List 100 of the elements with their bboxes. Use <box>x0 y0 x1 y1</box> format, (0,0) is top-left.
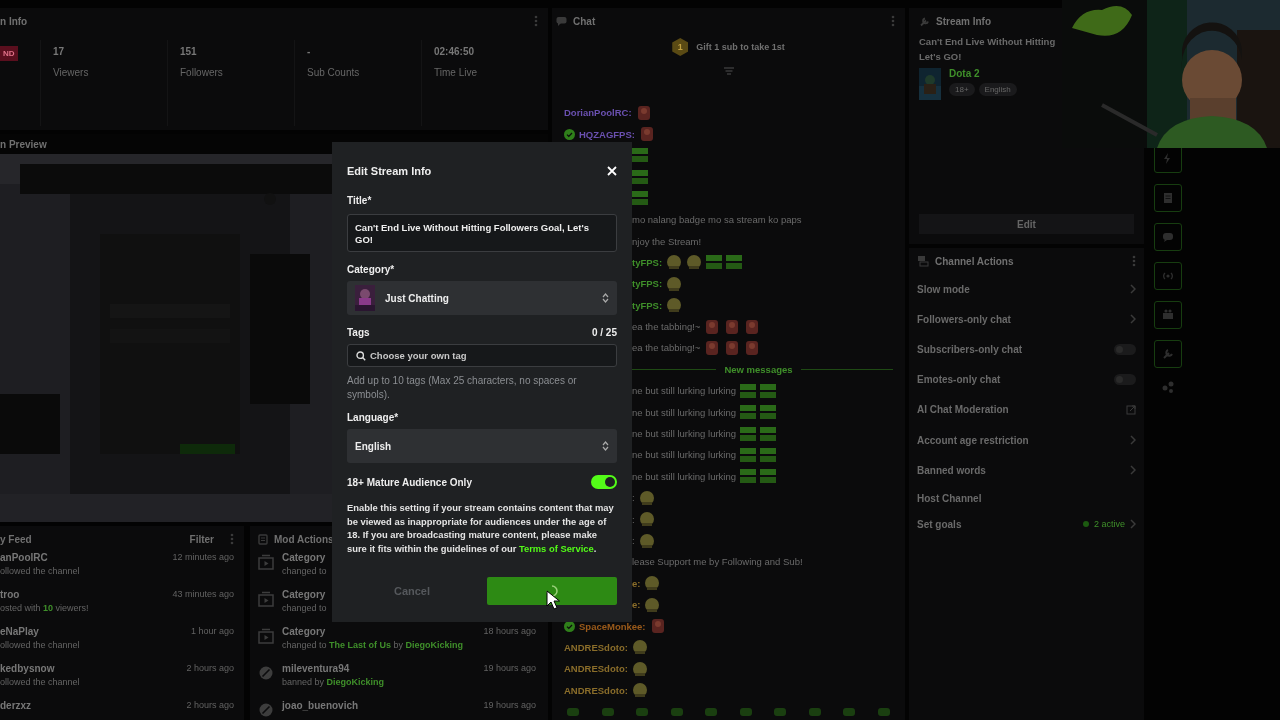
more-icon[interactable] <box>534 15 538 27</box>
chat-message: ne but still lurking lurking <box>632 428 737 440</box>
emote-icon <box>638 511 655 528</box>
emote-icon[interactable] <box>669 708 684 716</box>
user-name: troo <box>0 589 20 600</box>
emote-icon <box>631 660 648 677</box>
collapse-icon[interactable] <box>722 66 735 76</box>
sort-arrows-icon <box>602 441 609 451</box>
emote-icon <box>686 254 703 271</box>
video-icon <box>258 554 274 570</box>
sidebar-button[interactable] <box>1154 262 1182 290</box>
user-name: kedbysnow <box>0 663 55 674</box>
chat-message: ea the tabbing!~ <box>632 321 701 333</box>
gift-prompt: Gift 1 sub to take 1st <box>696 42 785 52</box>
emote-icon[interactable] <box>704 708 719 716</box>
filter-button[interactable]: Filter <box>189 533 214 545</box>
category-select[interactable]: Just Chatting <box>347 281 617 315</box>
video-icon <box>258 628 274 644</box>
category-link[interactable]: Dota 2 <box>949 68 1017 79</box>
channel-action[interactable]: Banned words <box>917 455 1136 486</box>
help-text: Add up to 10 tags (Max 25 characters, no spaces or symbols). <box>347 374 578 402</box>
chat-username: ANDRESdoto: <box>564 663 628 675</box>
more-icon[interactable] <box>891 15 895 27</box>
sidebar-button[interactable] <box>1154 340 1182 368</box>
stat-label: Time Live <box>434 67 478 78</box>
stat-label: Viewers <box>53 67 90 78</box>
channel-action[interactable]: Slow mode <box>917 274 1136 305</box>
channel-action[interactable]: Account age restriction <box>917 424 1136 456</box>
emote-icon <box>644 575 661 592</box>
channel-action[interactable]: Set goals 2 active <box>917 511 1136 538</box>
channel-action[interactable]: Emotes-only chat <box>917 364 1136 395</box>
cursor-icon <box>546 590 560 610</box>
emote-icon[interactable] <box>600 708 615 716</box>
emote-icon[interactable] <box>635 708 650 716</box>
ban-icon <box>258 665 274 681</box>
chat-message: : <box>632 492 635 504</box>
chat-message: lease Support me by Following and Sub! <box>632 556 803 568</box>
emote-icon <box>631 682 648 699</box>
action-detail: changed to <box>282 603 328 613</box>
action-title: Category <box>282 552 326 563</box>
action-detail: changed to The Last of Us by DiegoKicking <box>282 640 465 650</box>
title-field[interactable]: Can't End Live Without Hitting Followers Goal, Let's GO! <box>347 214 617 252</box>
channel-action[interactable]: Subscribers-only chat <box>917 334 1136 365</box>
chat-username: tyFPS: <box>632 256 663 268</box>
action-title: joao_buenovich <box>282 700 359 711</box>
tag-counter: 0 / 25 <box>591 327 617 338</box>
chat-username: tyFPS: <box>632 299 663 311</box>
emote-icon <box>740 383 757 398</box>
terms-link[interactable]: Terms of Service <box>518 543 594 555</box>
chevron-icon <box>1130 284 1136 295</box>
chat-username: ANDRESdoto: <box>564 641 628 653</box>
log-icon <box>258 533 268 545</box>
more-icon[interactable] <box>230 533 234 545</box>
emote-icon[interactable] <box>738 708 753 716</box>
edit-button[interactable]: Edit <box>919 214 1134 234</box>
timestamp: 2 hours ago <box>186 663 234 674</box>
tag-search-field[interactable]: Choose your own tag <box>347 344 617 367</box>
channel-action[interactable]: AI Chat Moderation <box>917 394 1136 425</box>
status-dot-icon <box>1082 521 1089 528</box>
emote-icon <box>744 340 761 356</box>
live-badge: ND <box>0 46 18 61</box>
external-link-icon <box>1126 404 1136 415</box>
emote-icon[interactable] <box>566 708 580 716</box>
chat-username: SpaceMonkee: <box>579 620 646 632</box>
cancel-button[interactable]: Cancel <box>347 577 477 605</box>
emote-icon[interactable] <box>773 708 788 716</box>
sidebar-button[interactable] <box>1154 184 1182 212</box>
emote-icon <box>760 469 777 484</box>
emote-icon <box>666 254 683 271</box>
sidebar-button[interactable] <box>1154 223 1182 251</box>
feed-detail: ollowed the channel <box>0 677 81 687</box>
chat-username: e: <box>632 599 641 611</box>
timestamp: 2 hours ago <box>186 700 234 711</box>
user-name: derzxz <box>0 700 32 711</box>
language-select[interactable]: English <box>347 429 617 463</box>
emote-icon[interactable] <box>876 708 891 716</box>
chat-username: HQZAGFPS: <box>579 128 635 140</box>
chat-username: DorianPoolRC: <box>564 107 632 119</box>
toggle-switch[interactable] <box>1114 343 1136 355</box>
share-icon[interactable] <box>1161 381 1175 393</box>
toggle-switch[interactable] <box>591 475 617 489</box>
toggle-switch[interactable] <box>1114 374 1136 386</box>
emote-icon <box>638 532 655 549</box>
panel-title: y Feed <box>0 533 32 545</box>
emote-icon <box>760 405 777 420</box>
save-button[interactable] <box>487 577 617 605</box>
emote-icon <box>704 318 721 335</box>
channel-action[interactable]: Host Channel <box>917 485 1136 512</box>
emote-icon[interactable] <box>807 708 822 716</box>
channel-action[interactable]: Followers-only chat <box>917 304 1136 335</box>
chevron-icon <box>1130 435 1136 446</box>
emote-icon[interactable] <box>842 708 857 716</box>
close-icon[interactable] <box>607 166 617 176</box>
sidebar-button[interactable] <box>1154 301 1182 329</box>
emote-icon <box>644 596 661 613</box>
stat-value: 151 <box>180 46 198 57</box>
emote-icon <box>740 426 757 441</box>
emote-icon <box>704 340 721 356</box>
timestamp: 43 minutes ago <box>172 589 234 600</box>
more-icon[interactable] <box>1132 255 1136 267</box>
